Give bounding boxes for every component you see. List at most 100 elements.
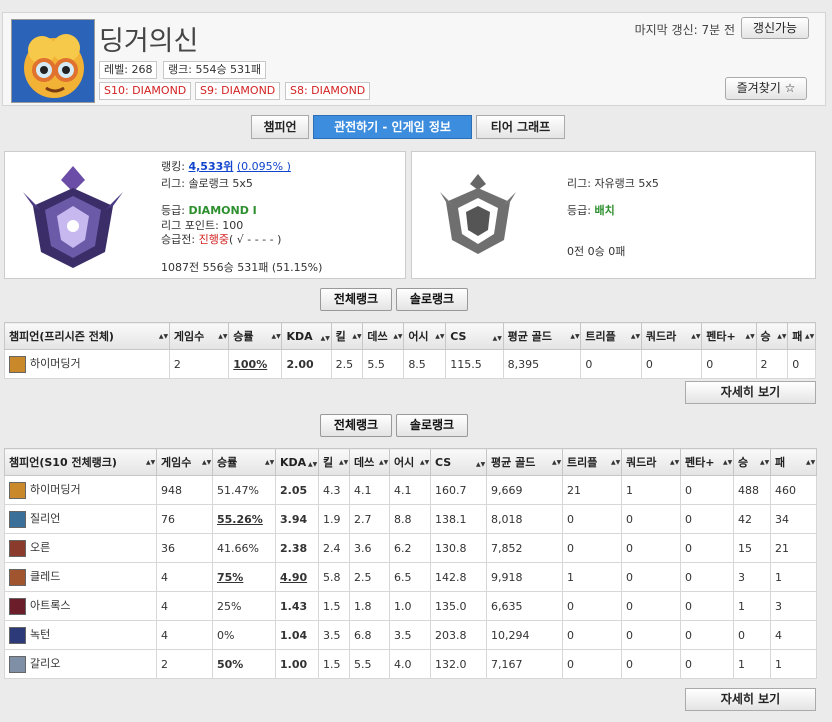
deaths-cell: 3.6 bbox=[349, 533, 390, 563]
refresh-button[interactable]: 갱신가능 bbox=[741, 17, 809, 39]
column-header-label: KDA bbox=[280, 455, 307, 469]
column-header[interactable]: 어시 ▲▼ bbox=[403, 322, 447, 350]
column-header[interactable]: 패 ▲▼ bbox=[787, 322, 816, 350]
sort-icon[interactable]: ▲▼ bbox=[159, 333, 168, 340]
solo-rank-button-2[interactable]: 솔로랭크 bbox=[396, 414, 468, 437]
sort-icon[interactable]: ▲▼ bbox=[146, 459, 155, 466]
column-header[interactable]: CS ▲▼ bbox=[430, 448, 487, 476]
column-header[interactable]: 어시 ▲▼ bbox=[389, 448, 431, 476]
sort-icon[interactable]: ▲▼ bbox=[393, 333, 402, 340]
sort-icon[interactable]: ▲▼ bbox=[321, 335, 330, 342]
column-header[interactable]: CS ▲▼ bbox=[445, 322, 504, 350]
winrate-cell: 25% bbox=[212, 591, 276, 621]
sort-icon[interactable]: ▲▼ bbox=[746, 333, 755, 340]
flex-tier-label: 등급: bbox=[567, 204, 591, 217]
sort-icon[interactable]: ▲▼ bbox=[691, 333, 700, 340]
ranking-percent: (0.095% ) bbox=[236, 160, 291, 173]
sort-icon[interactable]: ▲▼ bbox=[777, 333, 786, 340]
table-header-row: 챔피언(S10 전체랭크) ▲▼ 게임수 ▲▼ 승률 ▲▼ KDA ▲▼ 킬 ▲▼ 데쓰 ▲▼ 어시 ▲▼… bbox=[4, 448, 817, 476]
sort-icon[interactable]: ▲▼ bbox=[611, 459, 620, 466]
champion-cell[interactable]: 질리언 bbox=[4, 504, 157, 534]
kills-cell: 2.5 bbox=[330, 349, 364, 379]
champion-name: 녹턴 bbox=[30, 628, 51, 642]
table-row[interactable]: 하이머딩거 2 100% 2.00 2.5 5.5 8.5 115.5 8,395 0 0 0 2 0 bbox=[4, 349, 816, 379]
champion-cell[interactable]: 하이머딩거 bbox=[4, 349, 170, 379]
sort-icon[interactable]: ▲▼ bbox=[265, 459, 274, 466]
tab-tier-graph[interactable]: 티어 그래프 bbox=[476, 115, 565, 139]
champion-cell[interactable]: 아트록스 bbox=[4, 591, 157, 621]
sort-icon[interactable]: ▲▼ bbox=[352, 333, 361, 340]
column-header[interactable]: 데쓰 ▲▼ bbox=[349, 448, 390, 476]
column-header[interactable]: 평균 골드 ▲▼ bbox=[486, 448, 563, 476]
column-header[interactable]: 승률 ▲▼ bbox=[212, 448, 276, 476]
solo-rank-panel: 랭킹: 4,533위 (0.095% ) 리그: 솔로랭크 5x5 등급: DI… bbox=[4, 151, 406, 279]
column-header[interactable]: 킬 ▲▼ bbox=[330, 322, 364, 350]
table-row[interactable]: 클레드 4 75% 4.90 5.8 2.5 6.5 142.8 9,918 1 0 0 3 1 bbox=[4, 562, 817, 592]
column-header[interactable]: 승 ▲▼ bbox=[755, 322, 789, 350]
season-detail-button[interactable]: 자세히 보기 bbox=[685, 688, 816, 711]
sort-icon[interactable]: ▲▼ bbox=[202, 459, 211, 466]
column-header[interactable]: 승 ▲▼ bbox=[733, 448, 771, 476]
preseason-detail-button[interactable]: 자세히 보기 bbox=[685, 381, 816, 404]
champion-cell[interactable]: 갈리오 bbox=[4, 649, 157, 679]
table-row[interactable]: 갈리오 2 50% 1.00 1.5 5.5 4.0 132.0 7,167 0 0 0 1 1 bbox=[4, 649, 817, 679]
sort-icon[interactable]: ▲▼ bbox=[420, 459, 429, 466]
sort-icon[interactable]: ▲▼ bbox=[760, 459, 769, 466]
column-header[interactable]: 펜타+ ▲▼ bbox=[701, 322, 757, 350]
sort-icon[interactable]: ▲▼ bbox=[805, 333, 814, 340]
tab-champion[interactable]: 챔피언 bbox=[251, 115, 309, 139]
penta-cell: 0 bbox=[701, 349, 757, 379]
column-header[interactable]: 킬 ▲▼ bbox=[318, 448, 350, 476]
sort-icon[interactable]: ▲▼ bbox=[308, 461, 317, 468]
penta-cell: 0 bbox=[680, 591, 734, 621]
column-header[interactable]: 쿼드라 ▲▼ bbox=[621, 448, 681, 476]
column-header[interactable]: 챔피언(프리시즌 전체) ▲▼ bbox=[4, 322, 170, 350]
sort-icon[interactable]: ▲▼ bbox=[806, 459, 815, 466]
table-row[interactable]: 아트록스 4 25% 1.43 1.5 1.8 1.0 135.0 6,635 0 0 0 1 3 bbox=[4, 591, 817, 621]
sort-icon[interactable]: ▲▼ bbox=[670, 459, 679, 466]
sort-icon[interactable]: ▲▼ bbox=[476, 461, 485, 468]
column-header-label: 데쓰 bbox=[354, 456, 375, 469]
sort-icon[interactable]: ▲▼ bbox=[218, 333, 227, 340]
ranking-value-link[interactable]: 4,533위 bbox=[188, 160, 233, 173]
champion-cell[interactable]: 오른 bbox=[4, 533, 157, 563]
sort-icon[interactable]: ▲▼ bbox=[493, 335, 502, 342]
column-header[interactable]: 트리플 ▲▼ bbox=[580, 322, 642, 350]
all-rank-button-2[interactable]: 전체랭크 bbox=[320, 414, 392, 437]
sort-icon[interactable]: ▲▼ bbox=[631, 333, 640, 340]
column-header[interactable]: 쿼드라 ▲▼ bbox=[640, 322, 703, 350]
column-header[interactable]: 패 ▲▼ bbox=[770, 448, 817, 476]
column-header[interactable]: 트리플 ▲▼ bbox=[562, 448, 622, 476]
column-header[interactable]: 평균 골드 ▲▼ bbox=[502, 322, 582, 350]
column-header[interactable]: 펜타+ ▲▼ bbox=[680, 448, 734, 476]
favorite-button[interactable]: 즐겨찾기 ☆ bbox=[725, 77, 807, 100]
sort-icon[interactable]: ▲▼ bbox=[271, 333, 280, 340]
table-row[interactable]: 오른 36 41.66% 2.38 2.4 3.6 6.2 130.8 7,852 0 0 0 15 21 bbox=[4, 533, 817, 563]
column-header[interactable]: 게임수 ▲▼ bbox=[168, 322, 230, 350]
sort-icon[interactable]: ▲▼ bbox=[435, 333, 444, 340]
table-row[interactable]: 하이머딩거 948 51.47% 2.05 4.3 4.1 4.1 160.7 9,669 21 1… bbox=[4, 475, 817, 505]
champion-cell[interactable]: 녹턴 bbox=[4, 620, 157, 650]
sort-icon[interactable]: ▲▼ bbox=[723, 459, 732, 466]
deaths-cell: 5.5 bbox=[349, 649, 390, 679]
all-rank-button[interactable]: 전체랭크 bbox=[320, 288, 392, 311]
column-header[interactable]: 게임수 ▲▼ bbox=[156, 448, 213, 476]
champion-cell[interactable]: 하이머딩거 bbox=[4, 475, 157, 505]
sort-icon[interactable]: ▲▼ bbox=[379, 459, 388, 466]
flex-tier-row: 등급: 배치 bbox=[567, 202, 615, 218]
column-header[interactable]: KDA ▲▼ bbox=[275, 448, 319, 476]
tab-spectate[interactable]: 관전하기 - 인게임 정보 bbox=[313, 115, 472, 139]
promotion-row: 승급전: 진행중( √ - - - - ) bbox=[161, 231, 281, 247]
table-row[interactable]: 녹턴 4 0% 1.04 3.5 6.8 3.5 203.8 10,294 0 0 0 0 4 bbox=[4, 620, 817, 650]
champion-cell[interactable]: 클레드 bbox=[4, 562, 157, 592]
solo-rank-button[interactable]: 솔로랭크 bbox=[396, 288, 468, 311]
sort-icon[interactable]: ▲▼ bbox=[570, 333, 579, 340]
column-header[interactable]: 승률 ▲▼ bbox=[228, 322, 283, 350]
column-header[interactable]: 챔피언(S10 전체랭크) ▲▼ bbox=[4, 448, 157, 476]
table-row[interactable]: 질리언 76 55.26% 3.94 1.9 2.7 8.8 138.1 8,018 0 0 0 42 3… bbox=[4, 504, 817, 534]
column-header[interactable]: KDA ▲▼ bbox=[281, 322, 332, 350]
sort-icon[interactable]: ▲▼ bbox=[339, 459, 348, 466]
assists-cell: 4.0 bbox=[389, 649, 431, 679]
column-header[interactable]: 데쓰 ▲▼ bbox=[362, 322, 405, 350]
sort-icon[interactable]: ▲▼ bbox=[552, 459, 561, 466]
